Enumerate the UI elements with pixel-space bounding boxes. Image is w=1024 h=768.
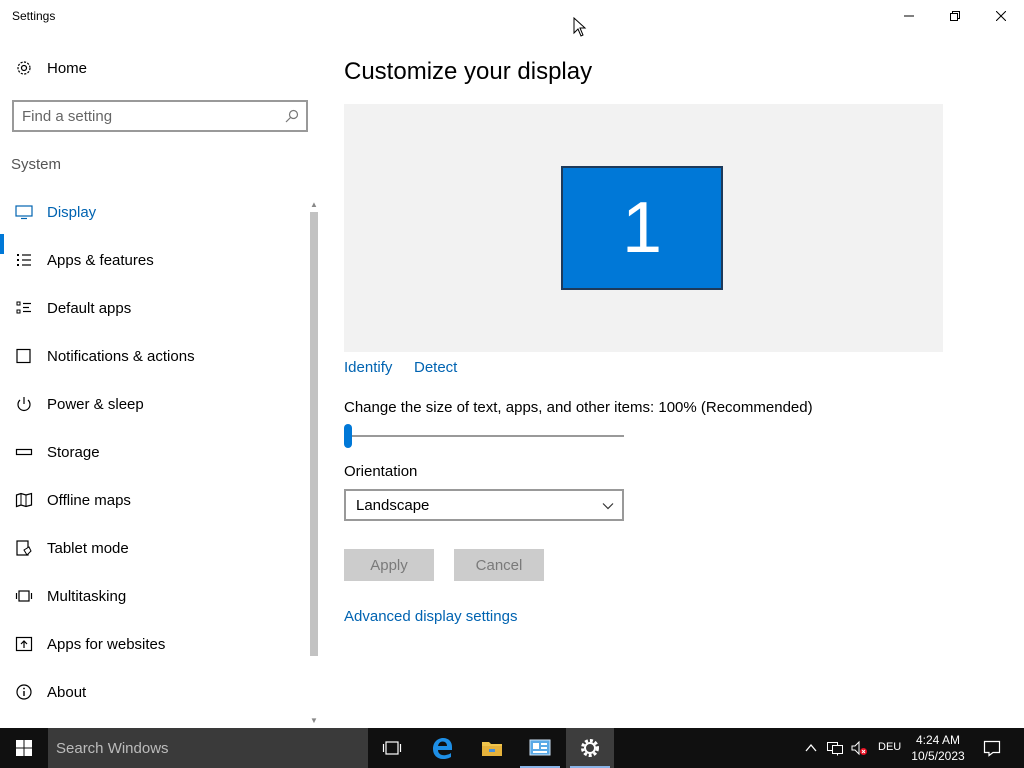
display-preview: 1 [344,104,943,352]
edge-icon [433,738,452,759]
sidebar-item-label: Tablet mode [47,539,129,557]
sidebar-item-notifications[interactable]: Notifications & actions [0,332,306,380]
advanced-display-settings-link[interactable]: Advanced display settings [344,608,517,625]
web-apps-icon [14,634,34,654]
message-icon [14,346,34,366]
sidebar-item-label: Apps & features [47,251,154,269]
minimize-button[interactable] [886,0,932,32]
sidebar-scrollbar[interactable]: ▲ ▼ [308,200,320,728]
input-language[interactable]: DEU [878,741,901,753]
task-view-button[interactable] [368,728,416,768]
sidebar: Home System Display Apps & features Defa… [0,32,320,728]
cancel-button[interactable]: Cancel [454,549,544,581]
folder-icon [482,742,502,756]
sidebar-item-storage[interactable]: Storage [0,428,306,476]
clock[interactable]: 4:24 AM 10/5/2023 [908,732,968,764]
orientation-label: Orientation [344,463,418,480]
gear-icon [581,739,599,757]
monitor-1-tile[interactable]: 1 [561,166,723,290]
sidebar-item-label: Default apps [47,299,132,317]
restore-button[interactable] [932,0,978,32]
sidebar-item-label: Offline maps [47,491,131,509]
orientation-dropdown[interactable]: Landscape [344,489,624,521]
power-icon [14,394,34,414]
taskbar-search-box[interactable]: Search Windows [48,728,368,768]
multitask-icon [14,586,34,606]
default-apps-icon [14,298,34,318]
clock-date: 10/5/2023 [911,749,965,763]
identify-link[interactable]: Identify [344,359,392,376]
mouse-cursor-icon [573,17,587,37]
taskbar: Search Windows DEU 4:24 AM 10/5/2023 [0,728,1024,768]
apply-button[interactable]: Apply [344,549,434,581]
sidebar-item-display[interactable]: Display [0,188,306,236]
scale-label: Change the size of text, apps, and other… [344,399,813,416]
drive-icon [14,442,34,462]
start-button[interactable] [0,728,48,768]
chevron-down-icon [602,499,614,517]
list-icon [14,250,34,270]
sidebar-item-label: Multitasking [47,587,127,605]
control-panel-button[interactable] [516,728,564,768]
sidebar-item-default-apps[interactable]: Default apps [0,284,306,332]
network-icon[interactable] [826,740,844,756]
restore-icon [950,11,960,21]
scroll-down-icon[interactable]: ▼ [310,716,318,725]
sidebar-item-label: About [47,683,87,701]
action-center-button[interactable] [968,728,1016,768]
chevron-up-icon[interactable] [802,740,820,756]
window-title: Settings [12,9,56,23]
tablet-icon [14,538,34,558]
sidebar-item-label: Power & sleep [47,395,144,413]
map-icon [14,490,34,510]
sidebar-item-multitasking[interactable]: Multitasking [0,572,306,620]
minimize-icon [904,15,914,17]
search-icon[interactable] [284,108,300,129]
settings-window: Settings Home System Display [0,0,1024,728]
home-label: Home [47,59,88,77]
edge-button[interactable] [418,728,466,768]
sidebar-item-label: Storage [47,443,100,461]
scroll-up-icon[interactable]: ▲ [310,200,318,209]
settings-taskbar-button[interactable] [566,728,614,768]
search-box[interactable] [12,100,308,132]
scale-slider[interactable] [344,424,624,448]
taskbar-search-text: Search Windows [56,740,169,757]
slider-thumb[interactable] [344,424,352,448]
gear-icon [14,58,34,78]
search-input[interactable] [22,108,272,125]
control-panel-icon [529,739,551,756]
sidebar-item-apps-features[interactable]: Apps & features [0,236,306,284]
windows-logo-icon [16,740,32,756]
section-header: System [11,156,62,173]
title-bar[interactable]: Settings [0,0,1024,32]
sidebar-item-offline-maps[interactable]: Offline maps [0,476,306,524]
detect-link[interactable]: Detect [414,359,457,376]
sidebar-item-label: Display [47,203,97,221]
page-title: Customize your display [344,58,593,85]
close-button[interactable] [978,0,1024,32]
volume-muted-icon[interactable] [850,740,868,756]
sidebar-item-label: Apps for websites [47,635,166,653]
sidebar-item-apps-websites[interactable]: Apps for websites [0,620,306,668]
sidebar-item-power-sleep[interactable]: Power & sleep [0,380,306,428]
close-icon [996,11,1006,21]
sidebar-item-tablet-mode[interactable]: Tablet mode [0,524,306,572]
scroll-thumb[interactable] [310,212,318,656]
sidebar-item-about[interactable]: About [0,668,306,716]
slider-track [344,435,624,437]
clock-time: 4:24 AM [915,733,961,747]
notification-icon [983,740,1001,757]
sidebar-item-label: Notifications & actions [47,347,195,365]
info-icon [14,682,34,702]
task-view-icon [382,741,402,755]
orientation-value: Landscape [356,497,430,514]
monitor-icon [14,202,34,222]
home-nav-item[interactable]: Home [0,44,306,92]
file-explorer-button[interactable] [468,728,516,768]
